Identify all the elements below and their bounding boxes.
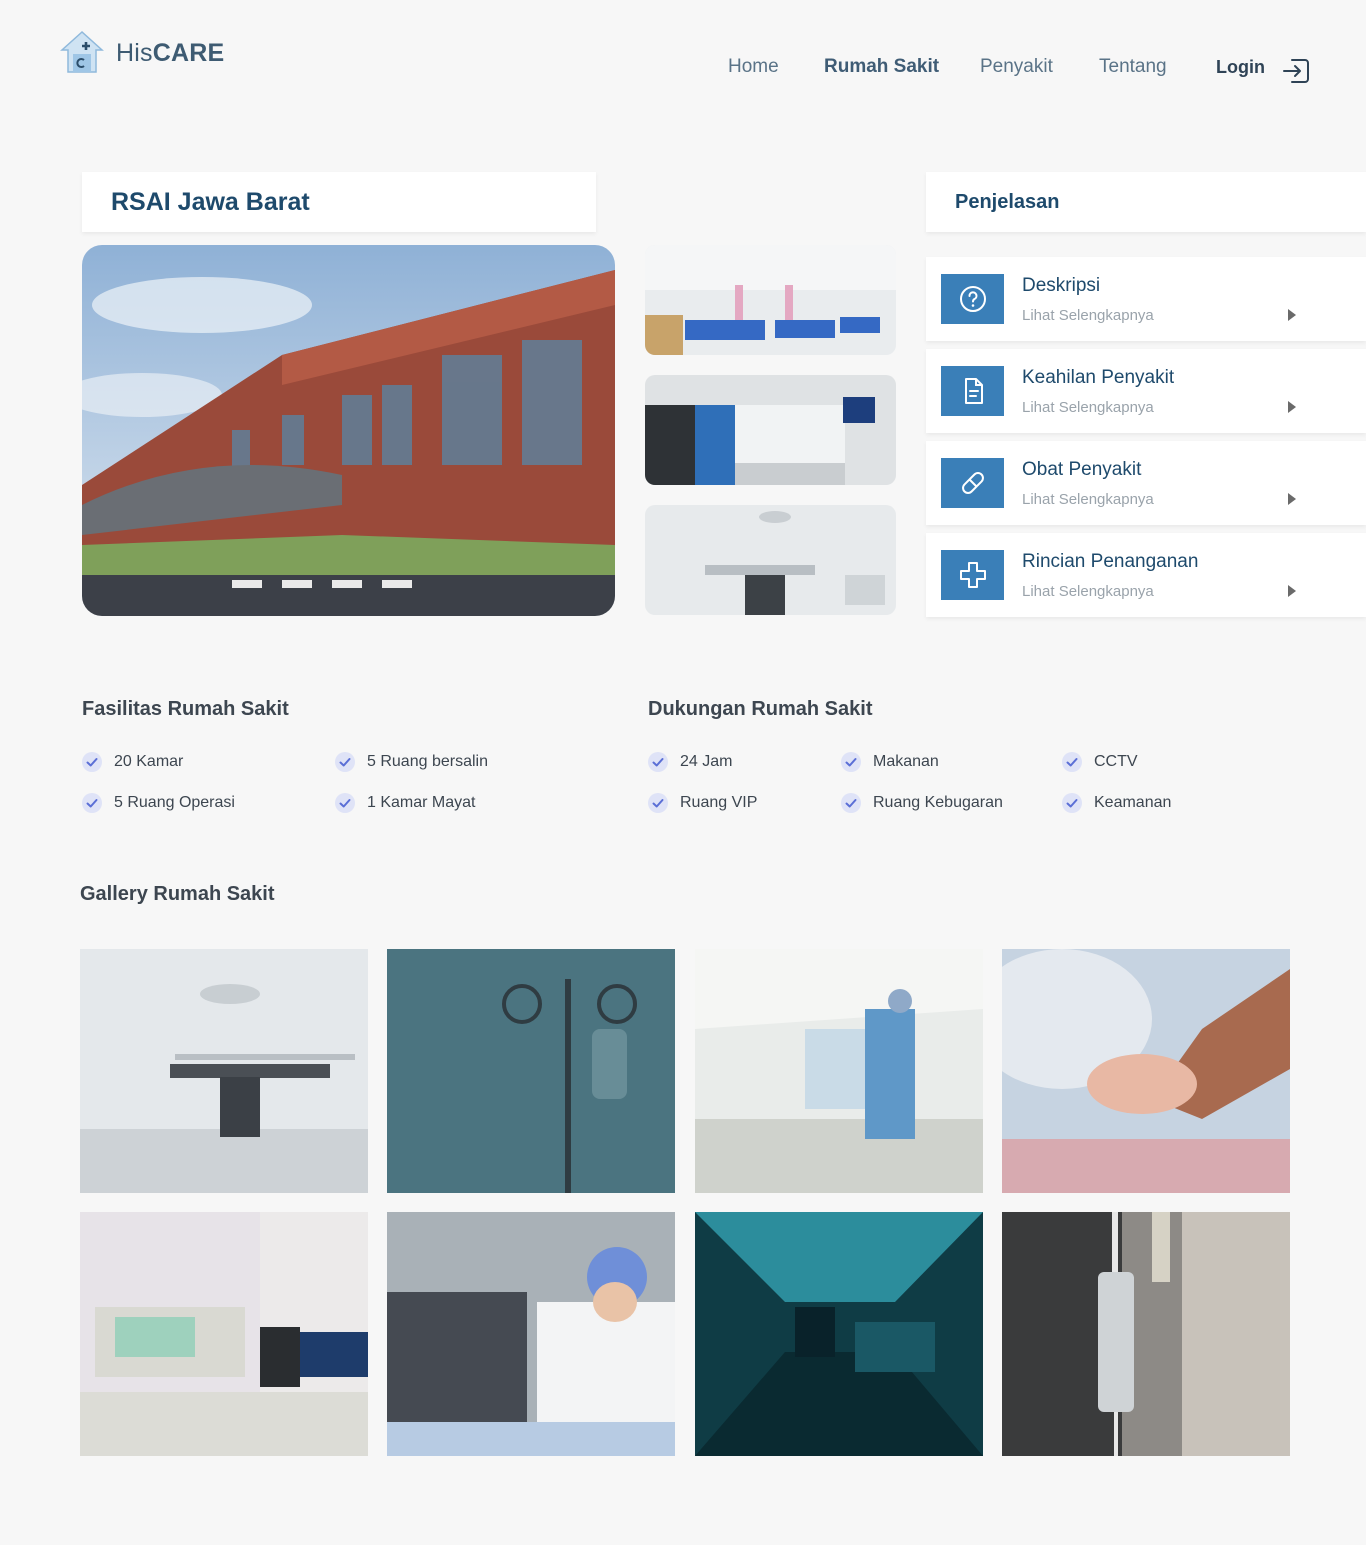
gallery-photo-patient-room[interactable] [80,1212,368,1456]
feature-item: 5 Ruang Operasi [82,793,235,813]
nav-home[interactable]: Home [728,56,779,78]
login-icon[interactable] [1282,57,1310,85]
info-link[interactable]: Lihat Selengkapnya [1022,583,1154,600]
check-icon [841,793,861,813]
support-item: CCTV [1062,752,1138,772]
info-title: Rincian Penanganan [1022,551,1199,572]
login-link[interactable]: Login [1216,57,1265,78]
gallery-title: Gallery Rumah Sakit [80,883,275,905]
info-title: Obat Penyakit [1022,459,1142,480]
nav-rumah-sakit[interactable]: Rumah Sakit [824,56,939,78]
question-icon [941,274,1004,324]
info-link[interactable]: Lihat Selengkapnya [1022,399,1154,416]
nav-tentang[interactable]: Tentang [1099,56,1167,78]
check-icon [841,752,861,772]
check-icon [335,752,355,772]
check-icon [648,752,668,772]
support-label: Ruang Kebugaran [873,794,1003,811]
feature-label: 5 Ruang bersalin [367,753,488,770]
arrow-right-icon[interactable] [1288,493,1296,505]
info-title: Keahilan Penyakit [1022,367,1175,388]
feature-item: 1 Kamar Mayat [335,793,475,813]
feature-item: 20 Kamar [82,752,183,772]
fasilitas-title: Fasilitas Rumah Sakit [82,698,289,720]
hospital-main-photo[interactable] [82,245,615,616]
support-item: Ruang Kebugaran [841,793,1003,813]
gallery-photo-operating-room[interactable] [80,949,368,1193]
support-label: Keamanan [1094,794,1172,811]
thumbnail-ward-room[interactable] [645,245,896,355]
check-icon [648,793,668,813]
support-item: Ruang VIP [648,793,757,813]
check-icon [1062,793,1082,813]
gallery-photo-dark-corridor[interactable] [695,1212,983,1456]
check-icon [1062,752,1082,772]
arrow-right-icon[interactable] [1288,401,1296,413]
feature-label: 5 Ruang Operasi [114,794,235,811]
feature-label: 20 Kamar [114,753,184,770]
info-link[interactable]: Lihat Selengkapnya [1022,491,1154,508]
main-nav: Home Rumah Sakit Penyakit Tentang Login [0,56,1366,80]
support-label: CCTV [1094,753,1138,770]
gallery-photo-iv-drip[interactable] [1002,1212,1290,1456]
penjelasan-header: Penjelasan [926,172,1366,232]
support-label: 24 Jam [680,753,733,770]
feature-item: 5 Ruang bersalin [335,752,488,772]
check-icon [335,793,355,813]
support-label: Makanan [873,753,939,770]
arrow-right-icon[interactable] [1288,585,1296,597]
info-card-obat-penyakit[interactable]: Obat Penyakit Lihat Selengkapnya [926,441,1366,525]
plus-icon [941,550,1004,600]
document-icon [941,366,1004,416]
pill-icon [941,458,1004,508]
hospital-title-card: RSAI Jawa Barat [82,172,596,232]
support-item: Makanan [841,752,939,772]
info-link[interactable]: Lihat Selengkapnya [1022,307,1154,324]
feature-label: 1 Kamar Mayat [367,794,476,811]
support-item: Keamanan [1062,793,1171,813]
penjelasan-title: Penjelasan [955,190,1060,213]
support-item: 24 Jam [648,752,732,772]
nav-penyakit[interactable]: Penyakit [980,56,1053,78]
dukungan-title: Dukungan Rumah Sakit [648,698,873,720]
hospital-name: RSAI Jawa Barat [111,187,310,216]
gallery-photo-baby-hand[interactable] [1002,949,1290,1193]
check-icon [82,793,102,813]
arrow-right-icon[interactable] [1288,309,1296,321]
thumbnail-operating-room[interactable] [645,505,896,615]
gallery-photo-iv-stand[interactable] [387,949,675,1193]
info-title: Deskripsi [1022,275,1101,296]
check-icon [82,752,102,772]
thumbnail-reception[interactable] [645,375,896,485]
info-card-deskripsi[interactable]: Deskripsi Lihat Selengkapnya [926,257,1366,341]
support-label: Ruang VIP [680,794,758,811]
info-card-keahlian-penyakit[interactable]: Keahilan Penyakit Lihat Selengkapnya [926,349,1366,433]
gallery-photo-lab-worker[interactable] [387,1212,675,1456]
gallery-photo-hallway-nurse[interactable] [695,949,983,1193]
info-card-rincian-penanganan[interactable]: Rincian Penanganan Lihat Selengkapnya [926,533,1366,617]
